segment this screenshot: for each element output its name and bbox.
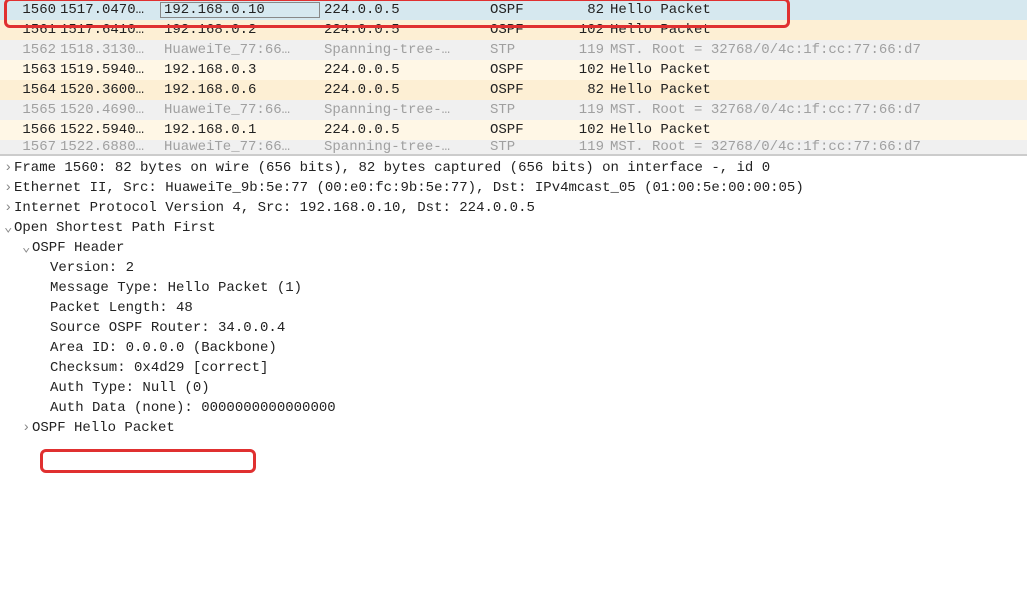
packet-list-pane[interactable]: 15601517.0470…192.168.0.10224.0.0.5OSPF8… [0, 0, 1027, 155]
col-length: 119 [564, 140, 604, 154]
chevron-down-icon: ⌄ [22, 238, 32, 258]
field-checksum[interactable]: Checksum: 0x4d29 [correct] [4, 358, 1023, 378]
chevron-right-icon: › [4, 178, 14, 198]
packet-row[interactable]: 15621518.3130…HuaweiTe_77:66…Spanning-tr… [0, 40, 1027, 60]
field-area-id[interactable]: Area ID: 0.0.0.0 (Backbone) [4, 338, 1023, 358]
tree-ospf-hello[interactable]: ›OSPF Hello Packet [4, 418, 1023, 438]
col-length: 82 [564, 82, 604, 98]
col-time: 1519.5940… [56, 62, 160, 78]
col-protocol: OSPF [486, 22, 564, 38]
col-number: 1561 [8, 22, 56, 38]
col-protocol: STP [486, 140, 564, 154]
field-message-type[interactable]: Message Type: Hello Packet (1) [4, 278, 1023, 298]
col-source: 192.168.0.3 [160, 62, 320, 78]
col-length: 119 [564, 102, 604, 118]
col-length: 82 [564, 2, 604, 18]
col-time: 1520.4690… [56, 102, 160, 118]
col-destination: 224.0.0.5 [320, 82, 486, 98]
main-window: 15601517.0470…192.168.0.10224.0.0.5OSPF8… [0, 0, 1027, 442]
col-info: MST. Root = 32768/0/4c:1f:cc:77:66:d7 [604, 102, 1027, 118]
col-protocol: OSPF [486, 82, 564, 98]
annotation-highlight-authtype [40, 449, 256, 473]
col-protocol: OSPF [486, 122, 564, 138]
packet-row[interactable]: 15671522.6880…HuaweiTe_77:66…Spanning-tr… [0, 140, 1027, 154]
col-number: 1562 [8, 42, 56, 58]
col-source: 192.168.0.2 [160, 22, 320, 38]
col-info: Hello Packet [604, 2, 1027, 18]
tree-ethernet[interactable]: ›Ethernet II, Src: HuaweiTe_9b:5e:77 (00… [4, 178, 1023, 198]
packet-row[interactable]: 15611517.6410…192.168.0.2224.0.0.5OSPF10… [0, 20, 1027, 40]
col-protocol: OSPF [486, 62, 564, 78]
col-number: 1564 [8, 82, 56, 98]
col-protocol: OSPF [486, 2, 564, 18]
col-info: Hello Packet [604, 82, 1027, 98]
col-number: 1560 [8, 2, 56, 18]
col-info: MST. Root = 32768/0/4c:1f:cc:77:66:d7 [604, 140, 1027, 154]
col-number: 1567 [8, 140, 56, 154]
field-auth-data[interactable]: Auth Data (none): 0000000000000000 [4, 398, 1023, 418]
field-packet-length[interactable]: Packet Length: 48 [4, 298, 1023, 318]
col-source: HuaweiTe_77:66… [160, 140, 320, 154]
packet-row[interactable]: 15631519.5940…192.168.0.3224.0.0.5OSPF10… [0, 60, 1027, 80]
packet-row[interactable]: 15601517.0470…192.168.0.10224.0.0.5OSPF8… [0, 0, 1027, 20]
col-number: 1565 [8, 102, 56, 118]
packet-details-pane[interactable]: ›Frame 1560: 82 bytes on wire (656 bits)… [0, 155, 1027, 442]
col-source: HuaweiTe_77:66… [160, 42, 320, 58]
tree-ospf-header[interactable]: ⌄OSPF Header [4, 238, 1023, 258]
col-number: 1563 [8, 62, 56, 78]
packet-row[interactable]: 15651520.4690…HuaweiTe_77:66…Spanning-tr… [0, 100, 1027, 120]
col-length: 102 [564, 62, 604, 78]
col-destination: Spanning-tree-… [320, 102, 486, 118]
packet-row[interactable]: 15661522.5940…192.168.0.1224.0.0.5OSPF10… [0, 120, 1027, 140]
col-protocol: STP [486, 102, 564, 118]
col-destination: Spanning-tree-… [320, 42, 486, 58]
col-length: 119 [564, 42, 604, 58]
tree-ospf[interactable]: ⌄Open Shortest Path First [4, 218, 1023, 238]
col-time: 1518.3130… [56, 42, 160, 58]
tree-frame[interactable]: ›Frame 1560: 82 bytes on wire (656 bits)… [4, 158, 1023, 178]
col-source: 192.168.0.6 [160, 82, 320, 98]
packet-row[interactable]: 15641520.3600…192.168.0.6224.0.0.5OSPF82… [0, 80, 1027, 100]
col-time: 1522.5940… [56, 122, 160, 138]
col-destination: 224.0.0.5 [320, 62, 486, 78]
col-destination: 224.0.0.5 [320, 2, 486, 18]
col-time: 1522.6880… [56, 140, 160, 154]
col-info: Hello Packet [604, 122, 1027, 138]
col-protocol: STP [486, 42, 564, 58]
col-info: Hello Packet [604, 22, 1027, 38]
col-source: HuaweiTe_77:66… [160, 102, 320, 118]
col-length: 102 [564, 22, 604, 38]
col-destination: 224.0.0.5 [320, 22, 486, 38]
chevron-right-icon: › [4, 198, 14, 218]
col-destination: 224.0.0.5 [320, 122, 486, 138]
col-source: 192.168.0.10 [160, 2, 320, 18]
field-auth-type[interactable]: Auth Type: Null (0) [4, 378, 1023, 398]
chevron-right-icon: › [22, 418, 32, 438]
col-destination: Spanning-tree-… [320, 140, 486, 154]
col-length: 102 [564, 122, 604, 138]
col-number: 1566 [8, 122, 56, 138]
col-source: 192.168.0.1 [160, 122, 320, 138]
chevron-right-icon: › [4, 158, 14, 178]
field-source-router[interactable]: Source OSPF Router: 34.0.0.4 [4, 318, 1023, 338]
col-time: 1517.0470… [56, 2, 160, 18]
col-time: 1520.3600… [56, 82, 160, 98]
col-info: Hello Packet [604, 62, 1027, 78]
chevron-down-icon: ⌄ [4, 218, 14, 238]
col-info: MST. Root = 32768/0/4c:1f:cc:77:66:d7 [604, 42, 1027, 58]
col-time: 1517.6410… [56, 22, 160, 38]
tree-ip[interactable]: ›Internet Protocol Version 4, Src: 192.1… [4, 198, 1023, 218]
field-version[interactable]: Version: 2 [4, 258, 1023, 278]
